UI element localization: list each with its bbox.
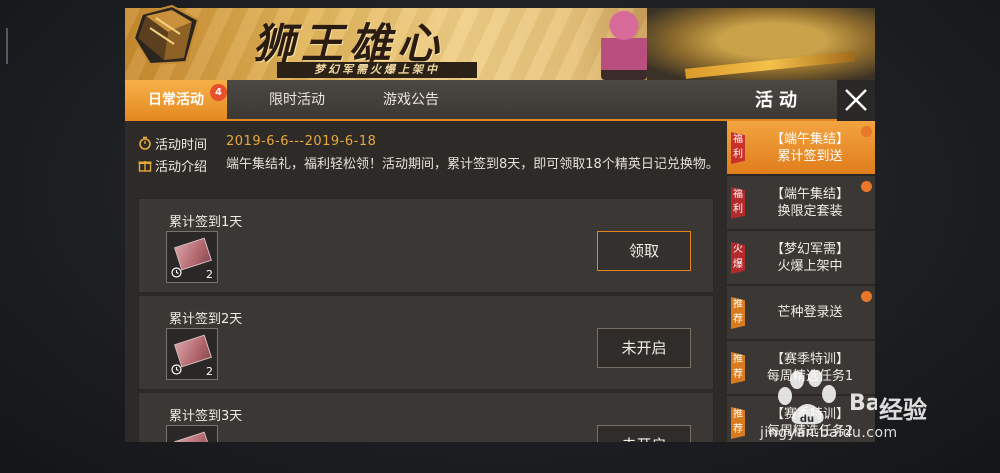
reward-item-slot[interactable]: 2 [166,328,218,380]
reward-item-slot[interactable]: 2 [166,425,218,442]
activity-time-value: 2019-6-6---2019-6-18 [226,134,377,149]
activity-intro-text: 端午集结礼，福利轻松领！活动期间，累计签到8天，即可领取18个精英日记兑换物。 [226,157,719,172]
close-icon [845,89,867,111]
sidebar-item-line2: 换限定套装 [777,204,843,219]
hot-tag: 火爆 [731,242,745,274]
section-title: 活动 [755,90,803,111]
clock-icon [171,267,182,278]
elite-diary-icon [174,334,212,368]
welfare-tag: 福利 [731,132,745,164]
watermark-url: jingyan.baidu.com [760,425,898,441]
tab-daily-activities[interactable]: 日常活动 4 [125,80,227,119]
reward-item-slot[interactable]: 2 [166,231,218,283]
close-button[interactable] [837,80,875,121]
sidebar-item-dream-supply[interactable]: 火爆 【梦幻军需】 火爆上架中 [727,231,875,285]
activity-time-row: 活动时间 2019-6-6---2019-6-18 [133,132,723,154]
timer-icon [139,136,151,150]
sidebar-item-line1: 【赛季特训】 [770,352,849,367]
not-open-button[interactable]: 未开启 [597,425,691,442]
sidebar-item-line2: 火爆上架中 [777,259,843,274]
reward-title: 累计签到2天 [169,312,243,327]
activity-info: 活动时间 2019-6-6---2019-6-18 活动介绍 端午集结礼，福利轻… [133,132,723,176]
notification-dot [861,291,872,302]
watermark-brand: 经验 [879,396,927,424]
clock-icon [171,364,182,375]
sidebar-item-line1: 【端午集结】 [770,132,849,147]
reward-card: 累计签到2天 2 未开启 [138,295,714,390]
sidebar-item-line1: 【端午集结】 [770,187,849,202]
sidebar-item-text: 【梦幻军需】 火爆上架中 [749,241,871,275]
reward-card: 累计签到3天 2 未开启 [138,392,714,442]
reward-title: 累计签到1天 [169,215,243,230]
elite-diary-icon [174,237,212,271]
activity-intro-label: 活动介绍 [155,160,208,175]
item-quantity: 2 [206,365,213,378]
notification-dot [861,126,872,137]
baidu-jingyan-watermark: du Bai 经验 jingyan.baidu.com [760,369,967,450]
activity-panel: 日常活动 4 限时活动 游戏公告 活动 活动时间 2019-6-6---2019… [125,80,875,442]
svg-text:du: du [800,414,814,425]
sidebar-item-line1: 芒种登录送 [777,305,843,320]
tab-label: 游戏公告 [383,92,439,108]
not-open-button[interactable]: 未开启 [597,328,691,368]
sidebar-item-dragon-boat-signin[interactable]: 福利 【端午集结】 累计签到送 [727,121,875,175]
edge-indicator [6,28,8,64]
sidebar-item-line2: 累计签到送 [777,149,843,164]
elite-diary-icon [174,431,212,442]
tab-limited-activities[interactable]: 限时活动 [247,80,347,119]
tab-bar: 日常活动 4 限时活动 游戏公告 活动 [125,80,875,121]
notification-badge: 4 [210,84,227,101]
notification-dot [861,181,872,192]
banner-subtitle: 梦幻军需火爆上架中 [277,62,477,78]
recommend-tag: 推荐 [731,352,745,384]
event-banner[interactable]: 狮王雄心 梦幻军需火爆上架中 [125,8,875,80]
activity-time-label: 活动时间 [155,138,208,153]
item-quantity: 2 [206,268,213,281]
tab-game-announcements[interactable]: 游戏公告 [361,80,461,119]
tab-label: 日常活动 [148,92,204,108]
activity-intro-row: 活动介绍 端午集结礼，福利轻松领！活动期间，累计签到8天，即可领取18个精英日记… [133,154,723,176]
sidebar-item-text: 【端午集结】 换限定套装 [749,186,871,220]
welfare-tag: 福利 [731,187,745,219]
reward-card: 累计签到1天 2 领取 [138,198,714,293]
character-artwork [601,10,647,80]
sidebar-item-text: 【端午集结】 累计签到送 [749,131,871,165]
tab-label: 限时活动 [269,92,325,108]
recommend-tag: 推荐 [731,407,745,439]
sidebar-item-grain-login[interactable]: 推荐 芒种登录送 [727,286,875,340]
svg-text:Bai: Bai [849,391,877,416]
recommend-tag: 推荐 [731,297,745,329]
paw-logo-icon: du Bai [778,369,888,425]
sidebar-item-text: 芒种登录送 [749,304,871,321]
sidebar-item-line1: 【梦幻军需】 [770,242,849,257]
claim-button[interactable]: 领取 [597,231,691,271]
reward-list[interactable]: 累计签到1天 2 领取 累计签到2天 2 未开启 累计签到3天 [138,198,714,442]
reward-title: 累计签到3天 [169,409,243,424]
sidebar-item-dragon-boat-outfit[interactable]: 福利 【端午集结】 换限定套装 [727,176,875,230]
gift-icon [138,161,152,172]
supply-crate-icon [132,4,200,66]
